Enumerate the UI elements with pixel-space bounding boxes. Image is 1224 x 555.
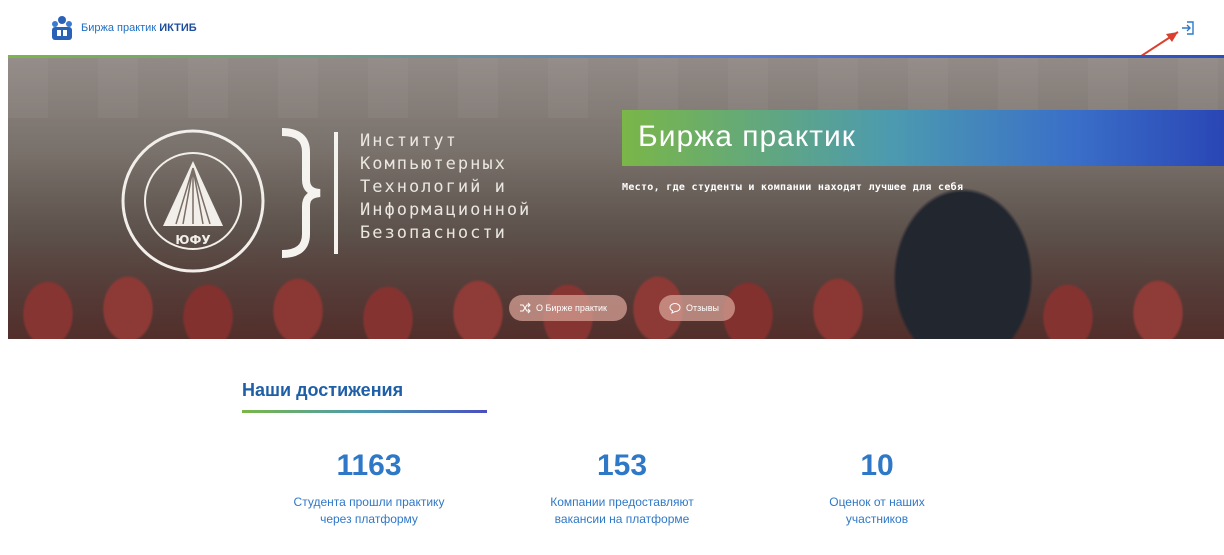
hero-title: Биржа практик (638, 120, 856, 153)
about-exchange-label: О Бирже практик (536, 303, 607, 313)
institute-brace-graphic (281, 128, 338, 258)
stat-label: Оценок от наших участников (829, 495, 925, 526)
institute-name: Институт Компьютерных Технологий и Инфор… (360, 130, 531, 245)
achievements-underline (242, 410, 487, 413)
top-header: Биржа практик ИКТИБ (0, 0, 1224, 93)
stat-value: 10 (860, 449, 894, 482)
institute-name-line: Безопасности (360, 223, 507, 243)
shuffle-icon (520, 302, 531, 314)
about-exchange-button[interactable]: О Бирже практик (509, 295, 627, 321)
institute-name-line: Информационной (360, 200, 532, 220)
brand-name: Биржа практик ИКТИБ (81, 22, 197, 34)
login-icon[interactable] (1180, 20, 1196, 36)
iktib-logo-icon (52, 16, 72, 40)
stat-label: Студента прошли практику через платформу (293, 495, 445, 526)
stat-value: 153 (596, 449, 648, 482)
university-seal-logo: ЮФУ (121, 129, 265, 273)
svg-text:ЮФУ: ЮФУ (175, 233, 210, 247)
hero-banner: ЮФУ Институт Компьютерных Технологий и И… (8, 55, 1224, 339)
reviews-label: Отзывы (686, 303, 719, 313)
stat-value: 1163 (336, 449, 402, 482)
institute-name-line: Институт (360, 131, 458, 151)
stat-card: 1163 Студента прошли практику через плат… (254, 448, 484, 528)
stat-card: 10 Оценок от наших участников (762, 448, 992, 528)
hero-subtitle: Место, где студенты и компании находят л… (622, 182, 964, 193)
brand-home-link[interactable]: Биржа практик ИКТИБ (49, 14, 197, 42)
chat-bubble-icon (669, 302, 681, 314)
reviews-button[interactable]: Отзывы (659, 295, 735, 321)
institute-name-line: Компьютерных (360, 154, 507, 174)
stat-label: Компании предоставляют вакансии на платф… (550, 495, 694, 526)
institute-name-line: Технологий и (360, 177, 507, 197)
stat-card: 153 Компании предоставляют вакансии на п… (507, 448, 737, 528)
achievements-title: Наши достижения (242, 380, 404, 400)
